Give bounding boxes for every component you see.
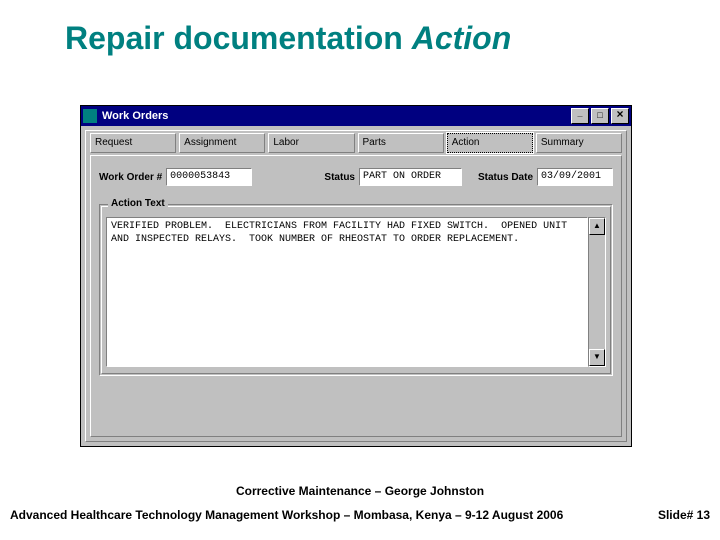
- app-icon: [83, 109, 97, 123]
- window-title: Work Orders: [102, 110, 168, 122]
- titlebar[interactable]: Work Orders: [81, 106, 631, 126]
- tab-labor[interactable]: Labor: [268, 133, 354, 153]
- footer: Advanced Healthcare Technology Managemen…: [10, 508, 710, 522]
- tab-assignment[interactable]: Assignment: [179, 133, 265, 153]
- slide-number: Slide# 13: [658, 508, 710, 522]
- status-field[interactable]: PART ON ORDER: [359, 168, 462, 186]
- work-orders-window: Work Orders Request Assignment Labor Par…: [80, 105, 632, 447]
- work-order-field[interactable]: 0000053843: [166, 168, 252, 186]
- slide-title: Repair documentation Action: [65, 20, 680, 57]
- title-text: Repair documentation: [65, 20, 412, 56]
- status-date-field[interactable]: 03/09/2001: [537, 168, 613, 186]
- window-body: Request Assignment Labor Parts Action Su…: [85, 130, 627, 442]
- slide: Repair documentation Action Work Orders …: [0, 0, 720, 540]
- fields-row: Work Order # 0000053843 Status PART ON O…: [91, 156, 621, 186]
- maximize-button[interactable]: [591, 108, 609, 124]
- tab-request[interactable]: Request: [90, 133, 176, 153]
- status-date-label: Status Date: [478, 172, 533, 183]
- close-button[interactable]: [611, 108, 629, 124]
- action-text-label: Action Text: [108, 198, 168, 209]
- status-label: Status: [324, 172, 355, 183]
- action-text-group: Action Text VERIFIED PROBLEM. ELECTRICIA…: [99, 204, 613, 376]
- minimize-button[interactable]: [571, 108, 589, 124]
- action-textarea[interactable]: VERIFIED PROBLEM. ELECTRICIANS FROM FACI…: [106, 217, 588, 367]
- scroll-up-icon[interactable]: ▲: [589, 218, 605, 235]
- scroll-down-icon[interactable]: ▼: [589, 349, 605, 366]
- footer-subtitle: Corrective Maintenance – George Johnston: [0, 484, 720, 498]
- tab-parts[interactable]: Parts: [358, 133, 444, 153]
- tab-content-action: Work Order # 0000053843 Status PART ON O…: [90, 155, 622, 437]
- work-order-label: Work Order #: [99, 172, 162, 183]
- action-scrollbar[interactable]: ▲ ▼: [588, 217, 606, 367]
- tab-action[interactable]: Action: [447, 133, 533, 153]
- window-controls: [571, 108, 629, 124]
- tab-summary[interactable]: Summary: [536, 133, 622, 153]
- footer-workshop: Advanced Healthcare Technology Managemen…: [10, 508, 563, 522]
- title-italic: Action: [412, 20, 512, 56]
- tab-row: Request Assignment Labor Parts Action Su…: [90, 133, 622, 153]
- action-textarea-wrap: VERIFIED PROBLEM. ELECTRICIANS FROM FACI…: [106, 217, 606, 367]
